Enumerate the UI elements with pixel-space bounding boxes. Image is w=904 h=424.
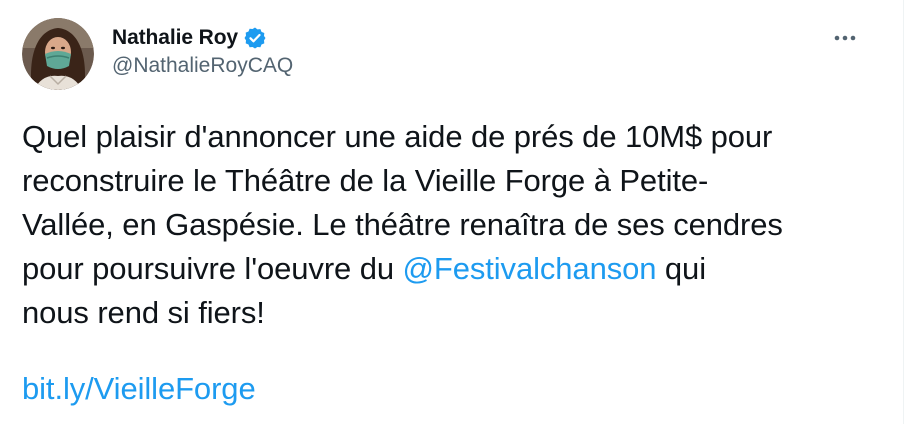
url-link[interactable]: bit.ly/VieilleForge <box>22 367 256 411</box>
tweet-text-segment: qui <box>656 251 706 286</box>
tweet-text: Quel plaisir d'annoncer une aide de prés… <box>22 115 882 335</box>
user-info: Nathalie Roy @NathalieRoyCAQ <box>112 24 293 78</box>
tweet-text-line: reconstruire le Théâtre de la Vieille Fo… <box>22 163 709 198</box>
tweet-text-segment: pour poursuivre l'oeuvre du <box>22 251 403 286</box>
user-handle[interactable]: @NathalieRoyCAQ <box>112 54 293 78</box>
tweet-text-line: Quel plaisir d'annoncer une aide de prés… <box>22 119 773 154</box>
mention-link[interactable]: @Festivalchanson <box>403 251 657 286</box>
more-horizontal-icon <box>834 35 856 41</box>
avatar[interactable] <box>22 18 94 90</box>
tweet-text-line: pour poursuivre l'oeuvre du @Festivalcha… <box>22 247 882 291</box>
more-options-button[interactable] <box>827 26 863 50</box>
tweet-card: Nathalie Roy @NathalieRoyCAQ Quel plaisi… <box>0 0 904 424</box>
display-name[interactable]: Nathalie Roy <box>112 26 238 50</box>
verified-badge-icon <box>243 26 267 50</box>
avatar-photo-icon <box>22 18 94 90</box>
name-row: Nathalie Roy <box>112 24 293 52</box>
tweet-text-line: nous rend si fiers! <box>22 295 265 330</box>
tweet-text-line: Vallée, en Gaspésie. Le théâtre renaîtra… <box>22 207 783 242</box>
